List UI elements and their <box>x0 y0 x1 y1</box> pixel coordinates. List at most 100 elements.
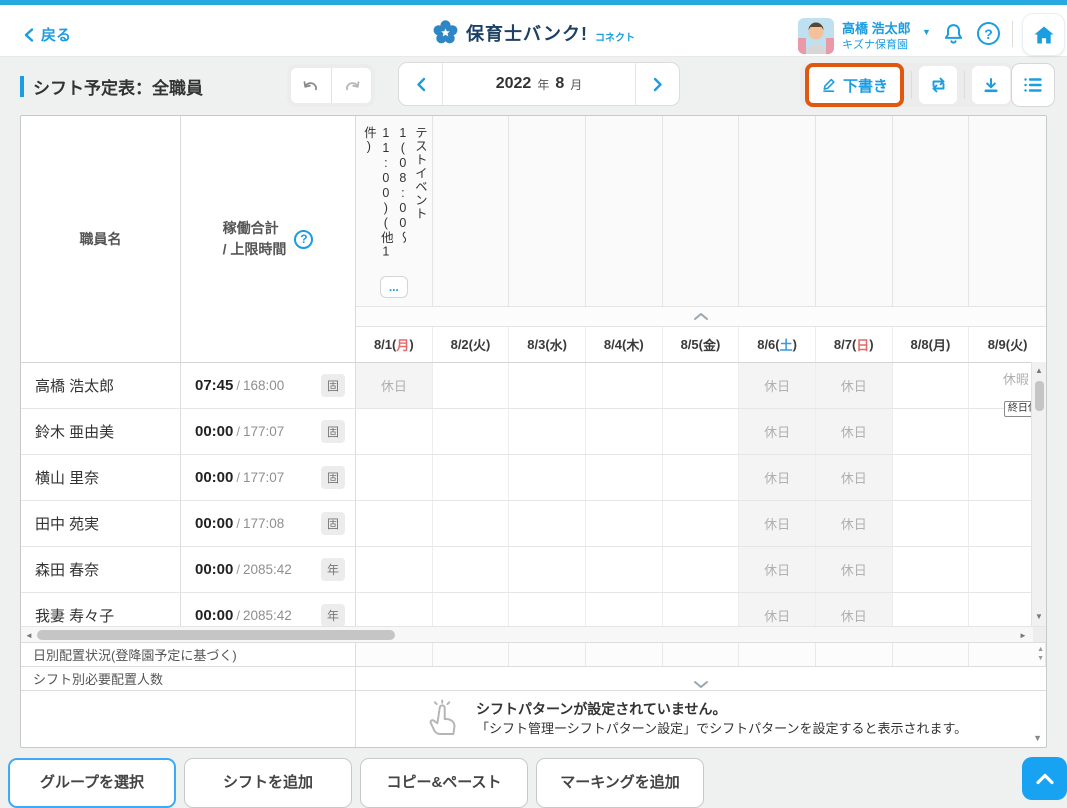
collapse-events-button[interactable] <box>356 306 1046 326</box>
shift-cell-8/6[interactable]: 休日 <box>739 501 816 546</box>
row-spinner-arrows[interactable]: ▲▼ <box>1037 645 1044 663</box>
event-header-cell-8/5[interactable] <box>663 116 740 306</box>
shift-cell-8/4[interactable] <box>586 593 663 626</box>
shift-cell-8/3[interactable] <box>509 363 586 408</box>
shift-cell-8/7[interactable]: 休日 <box>816 593 893 626</box>
collapse-patterns-button[interactable] <box>356 667 1046 690</box>
shift-cell-8/6[interactable]: 休日 <box>739 409 816 454</box>
scroll-right-arrow[interactable]: ► <box>1019 630 1027 642</box>
scroll-left-arrow[interactable]: ◄ <box>25 630 33 642</box>
shift-cell-8/4[interactable] <box>586 547 663 592</box>
shift-cell-8/8[interactable] <box>893 409 970 454</box>
shift-cell-8/4[interactable] <box>586 363 663 408</box>
staff-hours-cell: 00:00/177:07固 <box>181 455 356 500</box>
message-scroll-down-arrow[interactable]: ▼ <box>1033 733 1042 743</box>
shift-cell-8/1[interactable] <box>356 455 433 500</box>
shift-cell-8/6[interactable]: 休日 <box>739 547 816 592</box>
help-button[interactable]: ? <box>977 22 1000 45</box>
shift-cell-8/4[interactable] <box>586 455 663 500</box>
shift-cell-8/2[interactable] <box>433 593 510 626</box>
tab-マーキングを追加[interactable]: マーキングを追加 <box>536 758 704 808</box>
draft-highlight-annotation: 下書き <box>805 63 904 107</box>
undo-button[interactable] <box>291 68 331 103</box>
shift-cell-8/7[interactable]: 休日 <box>816 547 893 592</box>
shift-cell-8/7[interactable]: 休日 <box>816 501 893 546</box>
shift-cell-8/5[interactable] <box>663 363 740 408</box>
shift-cell-8/8[interactable] <box>893 593 970 626</box>
event-header-cell-8/8[interactable] <box>893 116 970 306</box>
event-header-cell-8/7[interactable] <box>816 116 893 306</box>
next-month-button[interactable] <box>635 63 679 105</box>
shift-cell-8/7[interactable]: 休日 <box>816 409 893 454</box>
shift-schedule-table: 職員名 稼働合計 / 上限時間 ? テストイベント1(08:00～11:00)(… <box>20 115 1047 748</box>
shift-cell-8/5[interactable] <box>663 593 740 626</box>
shift-cell-8/1[interactable] <box>356 501 433 546</box>
shift-cell-8/3[interactable] <box>509 501 586 546</box>
prev-month-button[interactable] <box>399 63 443 105</box>
shift-cell-8/3[interactable] <box>509 455 586 500</box>
title-accent-bar <box>20 76 24 97</box>
shift-cell-8/8[interactable] <box>893 455 970 500</box>
event-header-cell-8/6[interactable] <box>739 116 816 306</box>
event-header-cell-8/4[interactable] <box>586 116 663 306</box>
daily-allocation-cell-8/5 <box>663 643 740 666</box>
daily-allocation-cell-8/9 <box>969 643 1046 666</box>
shift-cell-8/5[interactable] <box>663 547 740 592</box>
horizontal-scrollbar[interactable]: ◄ ► <box>21 626 1046 642</box>
event-header-cell-8/1[interactable]: テストイベント1(08:00～11:00)(他1件)... <box>356 116 433 306</box>
shift-cell-8/1[interactable]: 休日 <box>356 363 433 408</box>
home-button[interactable] <box>1022 13 1065 56</box>
shift-cell-8/5[interactable] <box>663 501 740 546</box>
event-header-cell-8/2[interactable] <box>433 116 510 306</box>
shift-cell-8/1[interactable] <box>356 593 433 626</box>
event-header-cell-8/9[interactable] <box>969 116 1046 306</box>
horizontal-scroll-thumb[interactable] <box>37 630 395 640</box>
scroll-to-top-button[interactable] <box>1022 757 1067 800</box>
shift-cell-8/2[interactable] <box>433 501 510 546</box>
user-menu[interactable]: 高橋 浩太郎 キズナ保育園 <box>842 20 911 52</box>
tab-グループを選択[interactable]: グループを選択 <box>8 758 176 808</box>
shift-cell-8/5[interactable] <box>663 455 740 500</box>
shift-cell-8/3[interactable] <box>509 547 586 592</box>
shift-cell-8/4[interactable] <box>586 501 663 546</box>
shift-cell-8/8[interactable] <box>893 547 970 592</box>
shift-cell-8/2[interactable] <box>433 409 510 454</box>
shift-cell-8/2[interactable] <box>433 455 510 500</box>
notifications-button[interactable] <box>941 21 966 46</box>
shift-cell-8/3[interactable] <box>509 409 586 454</box>
staff-hours-cell: 07:45/168:00固 <box>181 363 356 408</box>
caret-down-icon[interactable]: ▼ <box>922 27 931 37</box>
redo-button[interactable] <box>331 68 371 103</box>
shift-cell-8/1[interactable] <box>356 547 433 592</box>
shift-cell-8/6[interactable]: 休日 <box>739 363 816 408</box>
staff-hours-cell: 00:00/177:07固 <box>181 409 356 454</box>
shift-cell-8/2[interactable] <box>433 363 510 408</box>
shift-cell-8/2[interactable] <box>433 547 510 592</box>
date-header-8/9: 8/9(火) <box>969 327 1046 362</box>
shift-cell-8/6[interactable]: 休日 <box>739 455 816 500</box>
tab-シフトを追加[interactable]: シフトを追加 <box>184 758 352 808</box>
shift-cell-8/6[interactable]: 休日 <box>739 593 816 626</box>
scroll-up-arrow[interactable]: ▲ <box>1035 365 1043 377</box>
scroll-down-arrow[interactable]: ▼ <box>1035 611 1043 623</box>
avatar[interactable] <box>798 18 834 54</box>
shift-cell-8/1[interactable] <box>356 409 433 454</box>
shift-cell-8/8[interactable] <box>893 363 970 408</box>
shift-cell-8/4[interactable] <box>586 409 663 454</box>
download-button[interactable] <box>972 66 1010 104</box>
draft-button[interactable]: 下書き <box>809 67 900 103</box>
tab-コピー&ペースト[interactable]: コピー&ペースト <box>360 758 528 808</box>
shift-cell-8/7[interactable]: 休日 <box>816 455 893 500</box>
event-header-cell-8/3[interactable] <box>509 116 586 306</box>
shift-cell-8/5[interactable] <box>663 409 740 454</box>
vertical-scroll-thumb[interactable] <box>1035 381 1044 411</box>
vertical-scrollbar[interactable]: ▲ ▼ <box>1031 362 1046 626</box>
shift-cell-8/8[interactable] <box>893 501 970 546</box>
list-view-button[interactable] <box>1011 63 1055 107</box>
shift-cell-8/7[interactable]: 休日 <box>816 363 893 408</box>
shift-cell-8/3[interactable] <box>509 593 586 626</box>
hours-help-icon[interactable]: ? <box>294 230 313 249</box>
date-header-8/5: 8/5(金) <box>663 327 740 362</box>
swap-shifts-button[interactable] <box>919 66 957 104</box>
event-more-button[interactable]: ... <box>380 276 408 298</box>
